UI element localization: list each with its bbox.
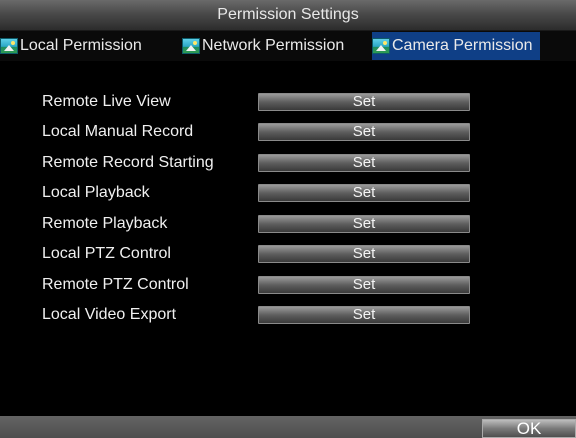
set-button-remote-ptz-control[interactable]: Set (258, 276, 470, 294)
tab-label: Network Permission (202, 37, 345, 54)
window-title: Permission Settings (0, 0, 576, 31)
tab-camera-permission[interactable]: Camera Permission (372, 32, 541, 60)
permission-label: Remote Live View (42, 93, 171, 110)
landscape-icon (0, 38, 18, 54)
set-button-local-ptz-control[interactable]: Set (258, 245, 470, 263)
set-button-local-manual-record[interactable]: Set (258, 123, 470, 141)
tab-label: Local Permission (20, 37, 142, 54)
permission-label: Local PTZ Control (42, 245, 171, 262)
permissions-panel: Remote Live View Set Local Manual Record… (0, 62, 576, 412)
permission-label: Local Manual Record (42, 123, 194, 140)
permission-label: Remote Playback (42, 215, 168, 232)
set-button-local-playback[interactable]: Set (258, 184, 470, 202)
landscape-icon (182, 38, 200, 54)
landscape-icon (372, 38, 390, 54)
permission-label: Local Video Export (42, 306, 177, 323)
tab-local-permission[interactable]: Local Permission (0, 32, 142, 60)
set-button-local-video-export[interactable]: Set (258, 306, 470, 324)
set-button-remote-playback[interactable]: Set (258, 215, 470, 233)
permission-settings-window: Permission Settings Local Permission Net… (0, 0, 576, 438)
permission-label: Remote Record Starting (42, 154, 214, 171)
ok-button[interactable]: OK (482, 419, 576, 438)
tab-network-permission[interactable]: Network Permission (182, 32, 344, 60)
permission-label: Local Playback (42, 184, 150, 201)
permission-label: Remote PTZ Control (42, 276, 189, 293)
footer-bar: OK (0, 416, 576, 438)
set-button-remote-live-view[interactable]: Set (258, 93, 470, 111)
tab-label: Camera Permission (392, 37, 533, 54)
tab-bar: Local Permission Network Permission Came… (0, 31, 576, 61)
set-button-remote-record-starting[interactable]: Set (258, 154, 470, 172)
